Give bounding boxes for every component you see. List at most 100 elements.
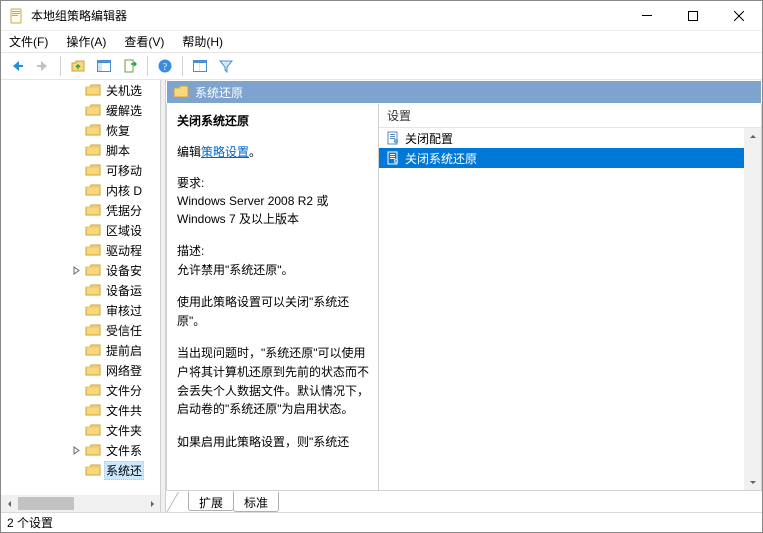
toolbar: ? xyxy=(1,52,762,80)
tree-item[interactable]: 文件分 xyxy=(1,380,160,400)
twisty-spacer xyxy=(67,281,85,299)
help-button[interactable]: ? xyxy=(153,54,177,78)
edit-prefix: 编辑 xyxy=(177,145,201,159)
tree-item[interactable]: 文件夹 xyxy=(1,420,160,440)
twisty-spacer xyxy=(67,81,85,99)
tree-item[interactable]: 可移动 xyxy=(1,160,160,180)
description-p2: 使用此策略设置可以关闭"系统还原"。 xyxy=(177,293,370,330)
twisty-spacer xyxy=(67,241,85,259)
policy-icon xyxy=(385,150,401,166)
tree-item[interactable]: 提前启 xyxy=(1,340,160,360)
details-content: 关闭系统还原 编辑策略设置。 要求: Windows Server 2008 R… xyxy=(166,104,762,491)
toolbar-separator xyxy=(182,56,183,76)
maximize-button[interactable] xyxy=(670,1,716,31)
tree-item[interactable]: 审核过 xyxy=(1,300,160,320)
close-button[interactable] xyxy=(716,1,762,31)
menu-action[interactable]: 操作(A) xyxy=(64,31,108,52)
tree-item[interactable]: 设备安 xyxy=(1,260,160,280)
scroll-left-button[interactable] xyxy=(1,495,18,512)
tree-item[interactable]: 驱动程 xyxy=(1,240,160,260)
tab-extended[interactable]: 扩展 xyxy=(188,491,234,511)
tree-item[interactable]: 系统还 xyxy=(1,460,160,480)
main-area: 关机选缓解选恢复脚本可移动内核 D 凭据分区域设驱动程设备安设备运审核过受信任提前… xyxy=(1,80,762,512)
settings-item[interactable]: 关闭配置 xyxy=(379,128,761,148)
folder-icon xyxy=(85,463,101,477)
twisty-spacer xyxy=(67,181,85,199)
menu-view[interactable]: 查看(V) xyxy=(122,31,166,52)
tab-slash xyxy=(178,492,188,512)
tree-item-label: 网络登 xyxy=(104,362,144,379)
back-button[interactable] xyxy=(5,54,29,78)
tree-item[interactable]: 缓解选 xyxy=(1,100,160,120)
show-hide-tree-button[interactable] xyxy=(92,54,116,78)
edit-policy-line: 编辑策略设置。 xyxy=(177,143,370,160)
scrollbar-thumb[interactable] xyxy=(18,497,74,510)
folder-icon xyxy=(85,303,101,317)
settings-item-label: 关闭系统还原 xyxy=(405,150,477,167)
menu-bar: 文件(F) 操作(A) 查看(V) 帮助(H) xyxy=(1,31,762,52)
tree-item-label: 文件共 xyxy=(104,402,144,419)
folder-icon xyxy=(85,343,101,357)
tab-standard[interactable]: 标准 xyxy=(233,492,279,512)
folder-icon xyxy=(85,323,101,337)
tree-item[interactable]: 网络登 xyxy=(1,360,160,380)
scroll-down-button[interactable] xyxy=(744,473,761,490)
tree-item-label: 凭据分 xyxy=(104,202,144,219)
tree-item[interactable]: 关机选 xyxy=(1,80,160,100)
twisty-spacer xyxy=(67,161,85,179)
tree-item-label: 设备运 xyxy=(104,282,144,299)
scroll-up-button[interactable] xyxy=(744,128,761,145)
up-button[interactable] xyxy=(66,54,90,78)
status-bar: 2 个设置 xyxy=(1,512,762,532)
twisty-spacer xyxy=(67,301,85,319)
menu-file[interactable]: 文件(F) xyxy=(7,31,50,52)
folder-icon xyxy=(85,243,101,257)
tree-item[interactable]: 区域设 xyxy=(1,220,160,240)
toolbar-separator xyxy=(147,56,148,76)
twisty-spacer xyxy=(67,201,85,219)
filter-button[interactable] xyxy=(214,54,238,78)
settings-vertical-scrollbar[interactable] xyxy=(744,128,761,490)
tree-item-label: 驱动程 xyxy=(104,242,144,259)
requirements-block: 要求: Windows Server 2008 R2 或 Windows 7 及… xyxy=(177,174,370,228)
status-text: 2 个设置 xyxy=(7,514,53,531)
app-icon xyxy=(9,8,25,24)
folder-icon xyxy=(85,203,101,217)
window-title: 本地组策略编辑器 xyxy=(31,7,127,24)
minimize-button[interactable] xyxy=(624,1,670,31)
scroll-right-button[interactable] xyxy=(143,495,160,512)
tree-panel: 关机选缓解选恢复脚本可移动内核 D 凭据分区域设驱动程设备安设备运审核过受信任提前… xyxy=(1,80,161,512)
tree-item-label: 文件分 xyxy=(104,382,144,399)
tree-item[interactable]: 设备运 xyxy=(1,280,160,300)
settings-column-header[interactable]: 设置 xyxy=(379,104,761,128)
export-button[interactable] xyxy=(118,54,142,78)
tree-item[interactable]: 凭据分 xyxy=(1,200,160,220)
tree-item[interactable]: 文件系 xyxy=(1,440,160,460)
expand-icon[interactable] xyxy=(67,261,85,279)
tree-item-label: 缓解选 xyxy=(104,102,144,119)
folder-icon xyxy=(85,83,101,97)
forward-button[interactable] xyxy=(31,54,55,78)
settings-list[interactable]: 关闭配置关闭系统还原 xyxy=(379,128,761,490)
settings-pane: 设置 关闭配置关闭系统还原 xyxy=(379,104,761,490)
tree-item[interactable]: 受信任 xyxy=(1,320,160,340)
tree-item[interactable]: 恢复 xyxy=(1,120,160,140)
tree-item[interactable]: 内核 D xyxy=(1,180,160,200)
settings-item-label: 关闭配置 xyxy=(405,130,453,147)
expand-icon[interactable] xyxy=(67,441,85,459)
requirements-text: Windows Server 2008 R2 或 Windows 7 及以上版本 xyxy=(177,192,370,228)
tree-item[interactable]: 文件共 xyxy=(1,400,160,420)
tree-body[interactable]: 关机选缓解选恢复脚本可移动内核 D 凭据分区域设驱动程设备安设备运审核过受信任提前… xyxy=(1,80,160,512)
settings-item[interactable]: 关闭系统还原 xyxy=(379,148,761,168)
policy-icon xyxy=(385,130,401,146)
tree-horizontal-scrollbar[interactable] xyxy=(1,495,160,512)
tree-item[interactable]: 脚本 xyxy=(1,140,160,160)
view-options-button[interactable] xyxy=(188,54,212,78)
tree-item-label: 设备安 xyxy=(104,262,144,279)
tree-item-label: 恢复 xyxy=(104,122,132,139)
menu-help[interactable]: 帮助(H) xyxy=(180,31,225,52)
edit-policy-link[interactable]: 策略设置 xyxy=(201,145,249,159)
tree-item-label: 脚本 xyxy=(104,142,132,159)
twisty-spacer xyxy=(67,121,85,139)
tree-item-label: 提前启 xyxy=(104,342,144,359)
